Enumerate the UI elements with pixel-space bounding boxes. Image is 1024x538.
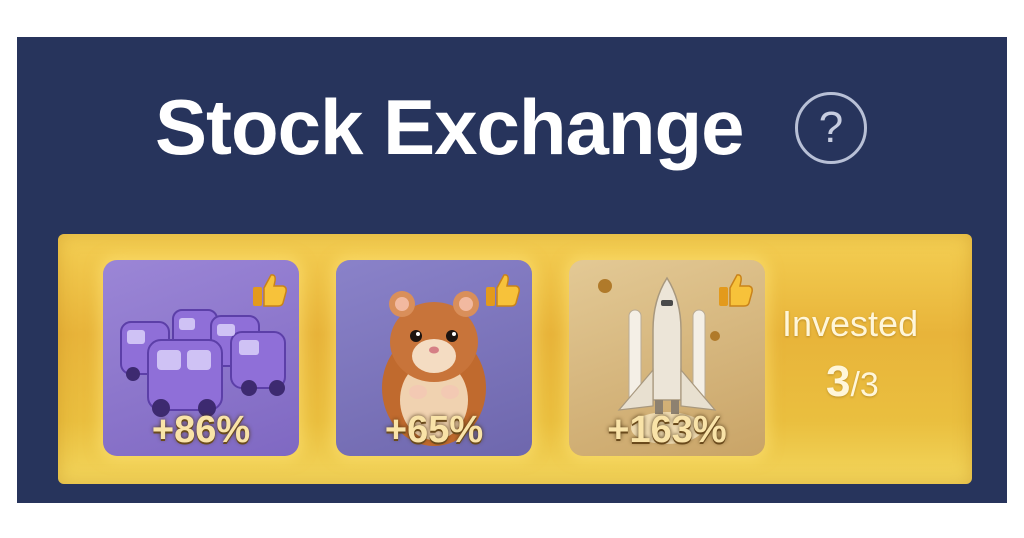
thumbs-up-icon xyxy=(719,274,753,307)
help-button[interactable]: ? xyxy=(795,92,867,164)
stock-card-hamster[interactable]: +65% xyxy=(336,260,532,456)
question-circle-icon: ? xyxy=(818,103,844,152)
stock-card-space-shuttle[interactable]: +163% xyxy=(569,260,765,456)
invested-total: /3 xyxy=(850,366,879,404)
stock-change-label: +86% xyxy=(151,409,251,451)
invested-current: 3 xyxy=(826,357,851,406)
thumbs-up-icon xyxy=(253,274,287,307)
thumbs-up-icon xyxy=(486,274,520,307)
stock-change-label: +163% xyxy=(607,409,727,451)
stock-change-label: +65% xyxy=(384,409,484,451)
page-title: Stock Exchange xyxy=(155,83,745,171)
stock-card-trucks[interactable]: +86% xyxy=(103,260,299,456)
invested-label: Invested xyxy=(782,303,919,344)
invested-count: 3/3 xyxy=(826,357,879,407)
